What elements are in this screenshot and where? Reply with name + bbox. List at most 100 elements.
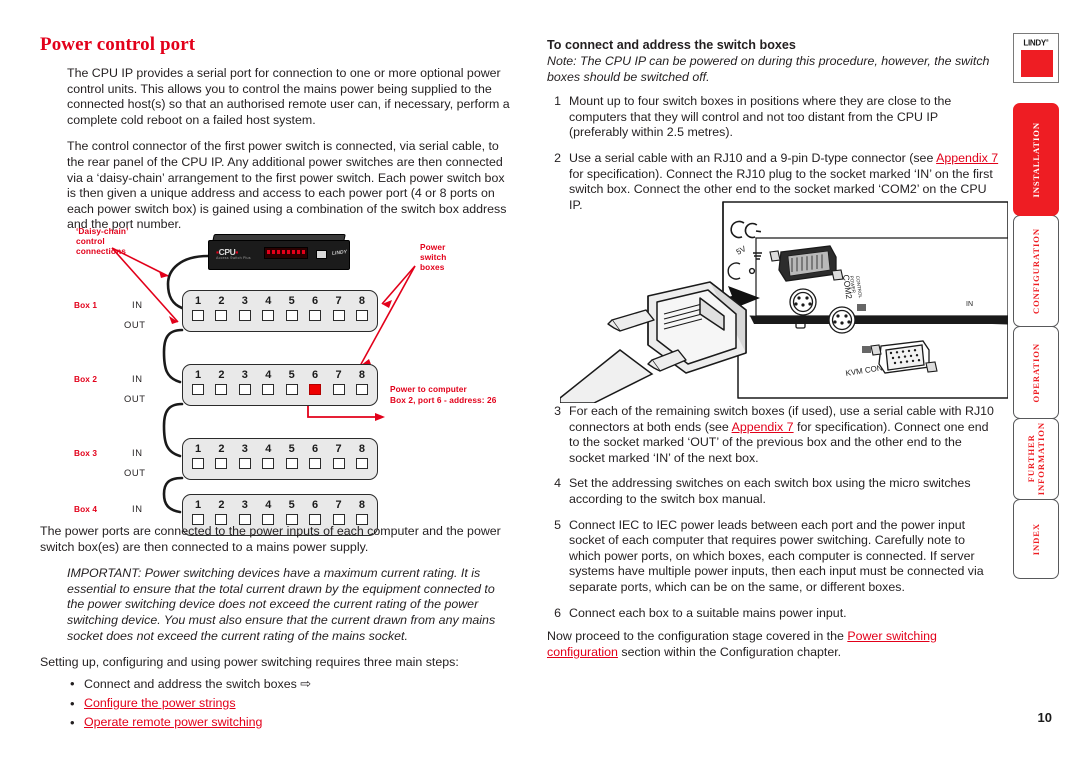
port[interactable]: 5: [283, 498, 301, 525]
port[interactable]: 8: [353, 498, 371, 525]
switch-box-1-ports: 1 2 3 4 5 6 7 8: [189, 294, 371, 328]
port[interactable]: 6: [306, 498, 324, 525]
port[interactable]: 4: [259, 498, 277, 525]
port-socket[interactable]: [285, 458, 298, 469]
port-socket[interactable]: [192, 310, 204, 321]
port[interactable]: 7: [330, 294, 348, 321]
switch-box-2[interactable]: 1 2 3 4 5 6 7 8: [182, 364, 378, 406]
port-socket[interactable]: [285, 384, 298, 395]
box-3-in-label: IN: [132, 447, 143, 458]
link-appendix-7[interactable]: Appendix 7: [936, 151, 998, 165]
port-socket[interactable]: [355, 458, 368, 469]
port[interactable]: 4: [259, 368, 277, 395]
step-4: 4 Set the addressing switches on each sw…: [547, 476, 999, 507]
bullet-operate-remote-power-switching[interactable]: Operate remote power switching: [40, 713, 515, 732]
tab-configuration[interactable]: CONFIGURATION: [1013, 215, 1059, 327]
port[interactable]: 5: [283, 442, 301, 469]
port[interactable]: 5: [283, 368, 301, 395]
port[interactable]: 7: [330, 498, 348, 525]
port-socket[interactable]: [332, 458, 345, 469]
tab-installation[interactable]: INSTALLATION: [1013, 103, 1059, 216]
page-number: 10: [1037, 710, 1052, 725]
label-power-to-computer: Power to computer Box 2, port 6 - addres…: [390, 384, 497, 405]
port-socket[interactable]: [192, 384, 204, 395]
port-socket[interactable]: [215, 384, 228, 395]
in-socket-label: IN: [966, 301, 973, 308]
port[interactable]: 2: [212, 294, 230, 321]
port[interactable]: 4: [259, 294, 277, 321]
port[interactable]: 1: [189, 498, 207, 525]
box-2-out-label: OUT: [124, 393, 146, 404]
steps-list-group-1: 1 Mount up to four switch boxes in posit…: [547, 94, 999, 213]
switch-box-1[interactable]: 1 2 3 4 5 6 7 8: [182, 290, 378, 332]
port-socket[interactable]: [262, 458, 275, 469]
port-socket[interactable]: [332, 384, 345, 395]
chapter-tabs: INSTALLATION CONFIGURATION OPERATION FUR…: [1013, 103, 1061, 579]
tab-index[interactable]: INDEX: [1013, 499, 1059, 579]
box-1-out-label: OUT: [124, 319, 146, 330]
port[interactable]: 1: [189, 442, 207, 469]
link-appendix-7[interactable]: Appendix 7: [732, 420, 794, 434]
port[interactable]: 1: [189, 294, 207, 321]
port[interactable]: 6: [306, 442, 324, 469]
port-socket[interactable]: [238, 384, 251, 395]
left-column: Power control port The CPU IP provides a…: [40, 34, 515, 244]
tab-operation[interactable]: OPERATION: [1013, 326, 1059, 419]
port[interactable]: 3: [236, 294, 254, 321]
bullet-configure-power-strings[interactable]: Configure the power strings: [40, 694, 515, 713]
port[interactable]: 4: [259, 442, 277, 469]
port[interactable]: 6: [306, 294, 324, 321]
switch-box-3[interactable]: 1 2 3 4 5 6 7 8: [182, 438, 378, 480]
port[interactable]: 1: [189, 368, 207, 395]
port-socket[interactable]: [355, 310, 368, 321]
port[interactable]: 7: [330, 368, 348, 395]
box-3-out-label: OUT: [124, 467, 146, 478]
tab-further-information[interactable]: FURTHER INFORMATION: [1013, 418, 1059, 500]
right-column-title: To connect and address the switch boxes: [547, 38, 796, 52]
port-socket[interactable]: [309, 458, 322, 469]
step-1: 1 Mount up to four switch boxes in posit…: [547, 94, 999, 141]
port[interactable]: 8: [353, 368, 371, 395]
port[interactable]: 3: [236, 442, 254, 469]
port-socket-active[interactable]: [309, 384, 322, 395]
port-socket[interactable]: [332, 310, 345, 321]
port[interactable]: 8: [353, 294, 371, 321]
port[interactable]: 3: [236, 498, 254, 525]
box-1-in-label: IN: [132, 299, 143, 310]
port-socket[interactable]: [285, 310, 298, 321]
step-text: Set the addressing switches on each swit…: [569, 476, 971, 506]
port-socket[interactable]: [309, 310, 322, 321]
step-text: Use a serial cable with an RJ10 and a 9-…: [569, 150, 937, 165]
port-active[interactable]: 6: [306, 368, 324, 395]
steps-list-group-2: 3 For each of the remaining switch boxes…: [547, 404, 999, 621]
intro-paragraph-1: The CPU IP provides a serial port for co…: [67, 66, 510, 127]
port-socket[interactable]: [355, 384, 368, 395]
device-rj-socket: [316, 250, 327, 259]
step-text: Mount up to four switch boxes in positio…: [569, 94, 952, 140]
port[interactable]: 3: [236, 368, 254, 395]
port[interactable]: 8: [353, 442, 371, 469]
port-socket[interactable]: [238, 310, 251, 321]
port-socket[interactable]: [215, 458, 228, 469]
label-box-2: Box 2: [74, 374, 98, 384]
closing-text-1: Now proceed to the configuration stage c…: [547, 629, 848, 644]
step-number: 3: [554, 404, 561, 418]
rear-panel-svg: 5V COM2 POWER CONTROL KVM CONSOLE IN: [559, 201, 1009, 404]
port[interactable]: 2: [212, 498, 230, 525]
port-socket[interactable]: [192, 458, 204, 469]
port-socket[interactable]: [262, 310, 275, 321]
step-3: 3 For each of the remaining switch boxes…: [547, 404, 999, 466]
label-box-3: Box 3: [74, 448, 98, 458]
port-socket[interactable]: [262, 384, 275, 395]
step-number: 4: [554, 476, 561, 491]
box-2-in-label: IN: [132, 373, 143, 384]
port-socket[interactable]: [215, 310, 228, 321]
port[interactable]: 2: [212, 442, 230, 469]
right-column: To connect and address the switch boxes …: [547, 38, 999, 223]
port[interactable]: 2: [212, 368, 230, 395]
port[interactable]: 5: [283, 294, 301, 321]
steps-bullet-list: Connect and address the switch boxes ⇨ C…: [40, 674, 515, 732]
after-diagram-paragraph: The power ports are connected to the pow…: [40, 524, 501, 554]
port-socket[interactable]: [238, 458, 251, 469]
port[interactable]: 7: [330, 442, 348, 469]
